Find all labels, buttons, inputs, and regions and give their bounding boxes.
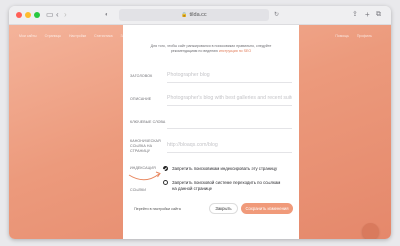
site-settings-link[interactable]: Перейти в настройки сайта xyxy=(134,207,181,211)
help-button[interactable] xyxy=(362,223,379,239)
back-icon[interactable]: ‹ xyxy=(56,9,59,21)
bg-nav-item: Страницы xyxy=(44,34,62,38)
reload-icon[interactable]: ↻ xyxy=(274,9,279,21)
seo-settings-modal: Для того, чтобы сайт ранжировался в поис… xyxy=(123,25,299,239)
lock-icon: 🔒 xyxy=(181,12,188,18)
share-icon[interactable]: ⇪ xyxy=(352,9,358,21)
bg-nav-item: Помощь xyxy=(335,34,349,38)
nofollow-label: Запретить поисковой системе переходить п… xyxy=(172,179,281,191)
save-changes-button[interactable]: Сохранить изменения xyxy=(241,203,293,214)
bg-nav-item: Мои сайты xyxy=(19,34,37,38)
bg-nav-item: Профиль xyxy=(356,34,372,38)
new-tab-icon[interactable]: + xyxy=(365,9,370,21)
forward-icon[interactable]: › xyxy=(64,9,67,21)
minimize-window-dot[interactable] xyxy=(25,12,31,18)
close-button[interactable]: Закрыть xyxy=(209,203,238,214)
address-bar[interactable]: 🔒 tilda.cc xyxy=(119,9,269,21)
browser-window: ▭ ‹ › ◐ 🔒 tilda.cc ↻ ⇪ + ⧉ Мои сайты Стра… xyxy=(9,6,391,239)
noindex-label: Запретить поисковикам индексировать эту … xyxy=(172,165,278,171)
close-window-dot[interactable] xyxy=(16,12,22,18)
links-label: ССЫЛКИ xyxy=(130,188,147,192)
nofollow-checkbox[interactable] xyxy=(163,180,168,185)
noindex-checkbox[interactable] xyxy=(163,166,168,171)
browser-toolbar: ▭ ‹ › ◐ 🔒 tilda.cc ↻ ⇪ + ⧉ xyxy=(9,6,391,25)
bg-nav-item: Настройки xyxy=(69,34,87,38)
background-nav-right: Помощь Профиль xyxy=(335,34,379,38)
tabs-overview-icon[interactable]: ⧉ xyxy=(376,9,381,21)
bg-nav-item: Статистика xyxy=(94,34,113,38)
shield-icon[interactable]: ◐ xyxy=(105,9,109,21)
url-text: tilda.cc xyxy=(189,12,207,18)
sidebar-icon[interactable]: ▭ xyxy=(46,9,54,21)
maximize-window-dot[interactable] xyxy=(34,12,40,18)
